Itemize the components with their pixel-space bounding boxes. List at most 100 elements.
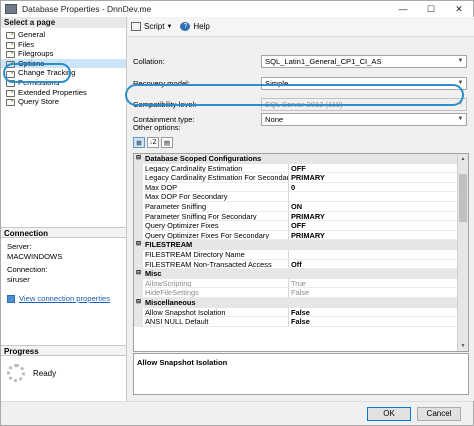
grid-property-row[interactable]: Max DOP 0 [134,182,458,193]
property-name: Max DOP For Secondary [143,192,289,202]
progress-spinner-icon [7,364,25,382]
other-options-label: Other options: [133,123,181,132]
grid-property-row[interactable]: Query Optimizer Fixes OFF [134,221,458,231]
property-name: FILESTREAM Non-Transacted Access [143,259,289,270]
property-value[interactable]: OFF [289,164,458,174]
grid-property-row[interactable]: Parameter Sniffing ON [134,201,458,212]
row-margin [134,182,143,193]
property-name: FILESTREAM Directory Name [143,249,289,260]
row-margin [134,288,143,298]
page-icon [6,50,15,59]
close-button[interactable]: ✕ [445,1,473,17]
property-name: Allow Snapshot Isolation [143,307,289,318]
chevron-down-icon: ▼ [457,80,464,86]
property-value[interactable]: Off [289,260,458,270]
progress-header: Progress [1,345,126,356]
left-pane: Select a page General Files Filegroups O… [1,17,127,401]
grid-category-row[interactable]: ⊟ Database Scoped Configurations [134,154,458,164]
row-margin [134,173,143,183]
grid-property-row[interactable]: Max DOP For Secondary [134,192,458,202]
grid-property-row[interactable]: HideFileSettings False [134,288,458,298]
grid-property-row[interactable]: Parameter Sniffing For Secondary PRIMARY [134,211,458,222]
property-description: Allow Snapshot Isolation [133,353,469,395]
page-item-query-store[interactable]: Query Store [1,97,126,107]
property-pages-button[interactable]: ▤ [161,137,173,148]
connection-section: Connection Server: MACWINDOWS Connection… [1,227,126,308]
property-value[interactable]: PRIMARY [289,231,458,241]
row-margin [134,278,143,289]
grid-category-row[interactable]: ⊟ FILESTREAM [134,240,458,250]
property-name: AllowScripting [143,278,289,289]
collation-select[interactable]: SQL_Latin1_General_CP1_CI_AS ▼ [261,55,467,68]
cancel-button[interactable]: Cancel [417,407,461,421]
property-value[interactable] [289,250,458,260]
grid-property-row[interactable]: AllowScripting True [134,278,458,289]
grid-property-row[interactable]: Allow Snapshot Isolation False [134,307,458,318]
property-value[interactable]: False [289,317,458,327]
categorized-view-button[interactable]: ⊞ [133,137,145,148]
collapse-icon[interactable]: ⊟ [134,154,143,164]
property-name: Query Optimizer Fixes [143,221,289,231]
grid-toolbar: ⊞ ↓Z ▤ [133,137,175,148]
maximize-button[interactable]: ☐ [417,1,445,17]
property-value[interactable] [289,192,458,202]
ok-button[interactable]: OK [367,407,411,421]
title-bar: Database Properties - DnnDev.me — ☐ ✕ [1,1,473,17]
row-margin [134,192,143,202]
recovery-model-select[interactable]: Simple ▼ [261,77,467,90]
grid-property-row[interactable]: ANSI NULL Default False [134,317,458,327]
property-value[interactable]: False [289,308,458,318]
toolbar: Script ▼ ? Help [128,17,474,37]
row-margin [134,201,143,212]
property-value[interactable]: OFF [289,221,458,231]
property-grid-rows: ⊟ Database Scoped Configurations Legacy Ca… [134,154,458,327]
grid-property-row[interactable]: FILESTREAM Non-Transacted Access Off [134,259,458,270]
grid-category-row[interactable]: ⊟ Miscellaneous [134,297,458,308]
page-item-extended-properties[interactable]: Extended Properties [1,88,126,98]
scroll-thumb[interactable] [459,174,467,222]
property-name: HideFileSettings [143,288,289,298]
grid-property-row[interactable]: Legacy Cardinality Estimation For Second… [134,173,458,183]
grid-category-row[interactable]: ⊟ Misc [134,269,458,279]
containment-type-select[interactable]: None ▼ [261,113,467,126]
database-icon [5,4,17,14]
page-item-general[interactable]: General [1,30,126,40]
property-name: Parameter Sniffing For Secondary [143,211,289,222]
property-value[interactable]: ON [289,202,458,212]
property-value[interactable]: PRIMARY [289,212,458,222]
scroll-down-icon[interactable]: ▼ [458,341,468,351]
grid-scrollbar[interactable]: ▲ ▼ [457,154,468,351]
category-name: Misc [145,269,162,279]
page-item-filegroups[interactable]: Filegroups [1,49,126,59]
grid-property-row[interactable]: Legacy Cardinality Estimation OFF [134,163,458,174]
row-margin [134,249,143,260]
collapse-icon[interactable]: ⊟ [134,297,143,308]
help-button[interactable]: ? Help [180,22,210,31]
row-margin [134,259,143,270]
window-title: Database Properties - DnnDev.me [22,4,152,14]
page-item-options[interactable]: Options [1,58,126,69]
script-button[interactable]: Script ▼ [131,22,172,31]
minimize-button[interactable]: — [389,1,417,17]
property-value[interactable]: 0 [289,183,458,193]
page-item-permissions[interactable]: Permissions [1,78,126,88]
property-name: Query Optimizer Fixes For Secondary [143,230,289,241]
compatibility-level-select[interactable]: SQL Server 2012 (110) ▼ [261,98,467,111]
view-connection-properties-link[interactable]: View connection properties [19,294,110,304]
row-margin [134,163,143,174]
row-margin [134,221,143,231]
chevron-down-icon: ▼ [166,23,173,30]
collapse-icon[interactable]: ⊟ [134,240,143,250]
alphabetical-sort-button[interactable]: ↓Z [147,137,159,148]
page-icon [6,89,15,97]
property-value[interactable]: PRIMARY [289,173,458,183]
page-item-change-tracking[interactable]: Change Tracking [1,68,126,78]
page-item-files[interactable]: Files [1,40,126,50]
category-name: Miscellaneous [145,297,196,307]
grid-property-row[interactable]: Query Optimizer Fixes For Secondary PRIMA… [134,230,458,241]
grid-property-row[interactable]: FILESTREAM Directory Name [134,249,458,260]
options-property-grid[interactable]: ⊟ Database Scoped Configurations Legacy Ca… [133,153,469,352]
scroll-up-icon[interactable]: ▲ [458,154,468,164]
database-properties-window: Database Properties - DnnDev.me — ☐ ✕ Se… [0,0,474,426]
collapse-icon[interactable]: ⊟ [134,269,143,279]
